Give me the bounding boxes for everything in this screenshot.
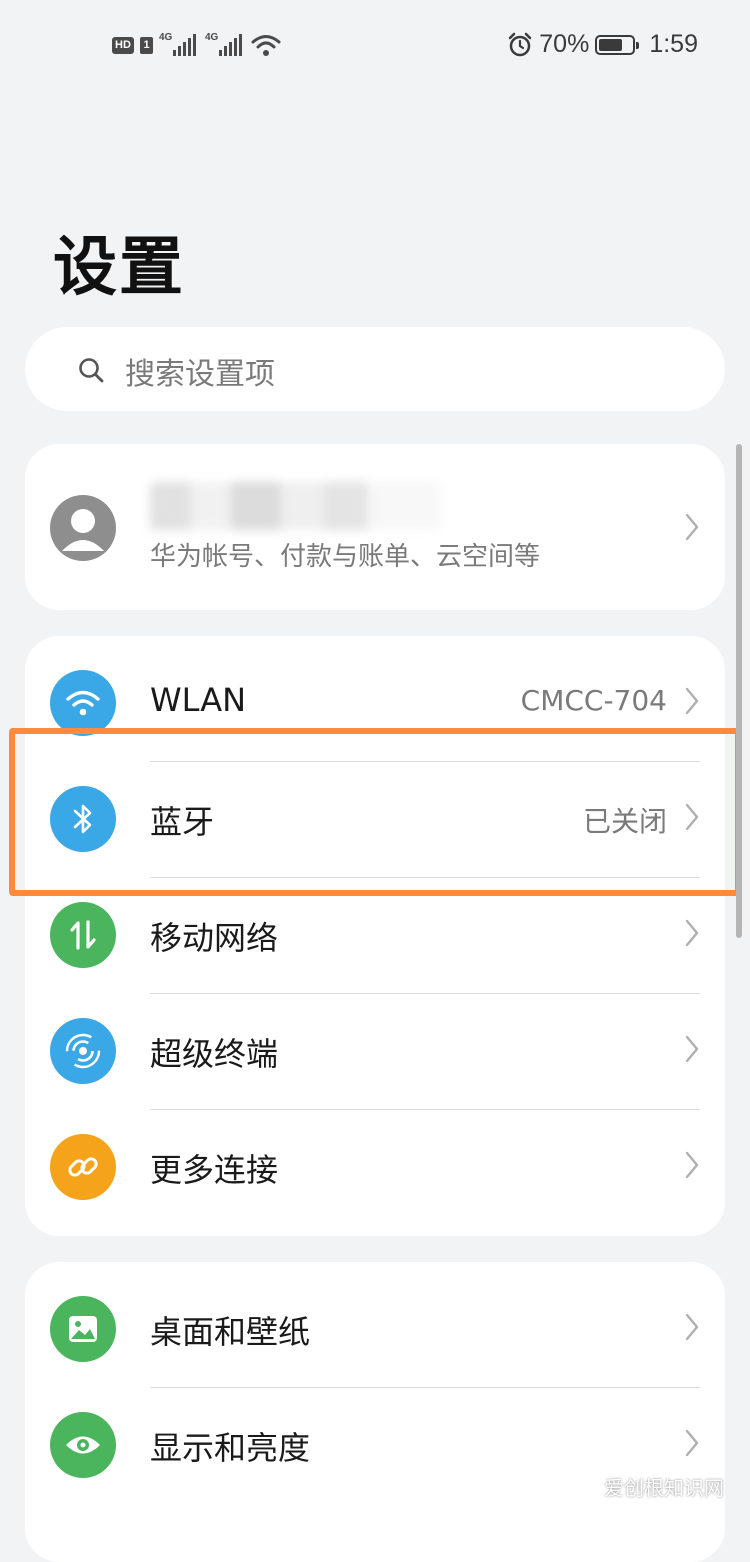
search-icon bbox=[79, 358, 104, 383]
search-bar[interactable]: 搜索设置项 bbox=[25, 327, 725, 411]
wallpaper-icon-badge bbox=[50, 1296, 116, 1362]
chevron-right-icon bbox=[685, 1035, 699, 1063]
signal-2: 4G bbox=[205, 32, 245, 56]
chevron-right-icon bbox=[685, 803, 699, 831]
account-card[interactable]: 华为帐号、付款与账单、云空间等 bbox=[25, 444, 725, 610]
clock: 1:59 bbox=[649, 30, 698, 58]
status-right: 70% 1:59 bbox=[507, 30, 698, 59]
bluetooth-icon bbox=[73, 804, 92, 834]
mobile-data-icon-badge bbox=[50, 902, 116, 968]
scrollbar[interactable] bbox=[736, 444, 742, 938]
wifi-icon-badge bbox=[50, 670, 116, 736]
wifi-status-icon bbox=[251, 35, 281, 56]
super-device-icon bbox=[65, 1033, 101, 1069]
hd-badge: HD bbox=[112, 36, 134, 54]
display-card: 桌面和壁纸 显示和亮度 bbox=[25, 1262, 725, 1562]
settings-item-bluetooth[interactable]: 蓝牙 已关闭 bbox=[25, 762, 725, 878]
account-subtitle: 华为帐号、付款与账单、云空间等 bbox=[150, 542, 541, 572]
chevron-right-icon bbox=[685, 687, 699, 715]
item-label: 桌面和壁纸 bbox=[150, 1313, 311, 1351]
chevron-right-icon bbox=[685, 513, 699, 541]
item-value: 已关闭 bbox=[582, 805, 667, 838]
wifi-icon bbox=[66, 690, 100, 716]
status-left: HD 1 4G 4G bbox=[112, 32, 281, 56]
network-type-2: 4G bbox=[205, 32, 219, 43]
settings-item-wallpaper[interactable]: 桌面和壁纸 bbox=[25, 1272, 725, 1388]
settings-item-super-device[interactable]: 超级终端 bbox=[25, 994, 725, 1110]
search-placeholder: 搜索设置项 bbox=[125, 357, 275, 392]
battery-fill bbox=[599, 38, 622, 51]
chevron-right-icon bbox=[685, 1429, 699, 1457]
item-label: 更多连接 bbox=[150, 1151, 279, 1189]
item-label: 超级终端 bbox=[150, 1035, 279, 1073]
account-name-blurred bbox=[150, 482, 440, 530]
settings-item-wlan[interactable]: WLAN CMCC-704 bbox=[25, 646, 725, 762]
chevron-right-icon bbox=[685, 1151, 699, 1179]
alarm-icon bbox=[509, 32, 532, 56]
link-icon bbox=[68, 1157, 98, 1177]
signal-1: 4G bbox=[159, 32, 199, 56]
link-icon-badge bbox=[50, 1134, 116, 1200]
item-label: 蓝牙 bbox=[150, 803, 215, 841]
page-title: 设置 bbox=[53, 231, 185, 305]
network-type-1: 4G bbox=[159, 32, 173, 43]
connections-card: WLAN CMCC-704 蓝牙 已关闭 移动网络 超级终端 更多连接 bbox=[25, 636, 725, 1236]
battery-percent: 70% bbox=[539, 30, 590, 58]
settings-item-mobile-network[interactable]: 移动网络 bbox=[25, 878, 725, 994]
super-device-icon-badge bbox=[50, 1018, 116, 1084]
sim-badge: 1 bbox=[140, 36, 153, 54]
chevron-right-icon bbox=[685, 919, 699, 947]
item-label: 显示和亮度 bbox=[150, 1429, 311, 1467]
mobile-data-icon bbox=[70, 920, 96, 950]
avatar bbox=[50, 495, 116, 561]
wallpaper-icon bbox=[69, 1316, 97, 1342]
eye-icon-badge bbox=[50, 1412, 116, 1478]
user-icon bbox=[62, 509, 104, 551]
bluetooth-icon-badge bbox=[50, 786, 116, 852]
settings-item-more-connections[interactable]: 更多连接 bbox=[25, 1110, 725, 1226]
eye-icon bbox=[66, 1436, 100, 1454]
chevron-right-icon bbox=[685, 1313, 699, 1341]
item-label: WLAN bbox=[150, 681, 247, 719]
watermark: 爱创根知识网 bbox=[604, 1476, 724, 1500]
item-value: CMCC-704 bbox=[520, 684, 667, 717]
status-bar: HD 1 4G 4G 70% 1:59 bbox=[0, 0, 750, 96]
battery-icon bbox=[595, 34, 640, 55]
item-label: 移动网络 bbox=[150, 919, 279, 957]
